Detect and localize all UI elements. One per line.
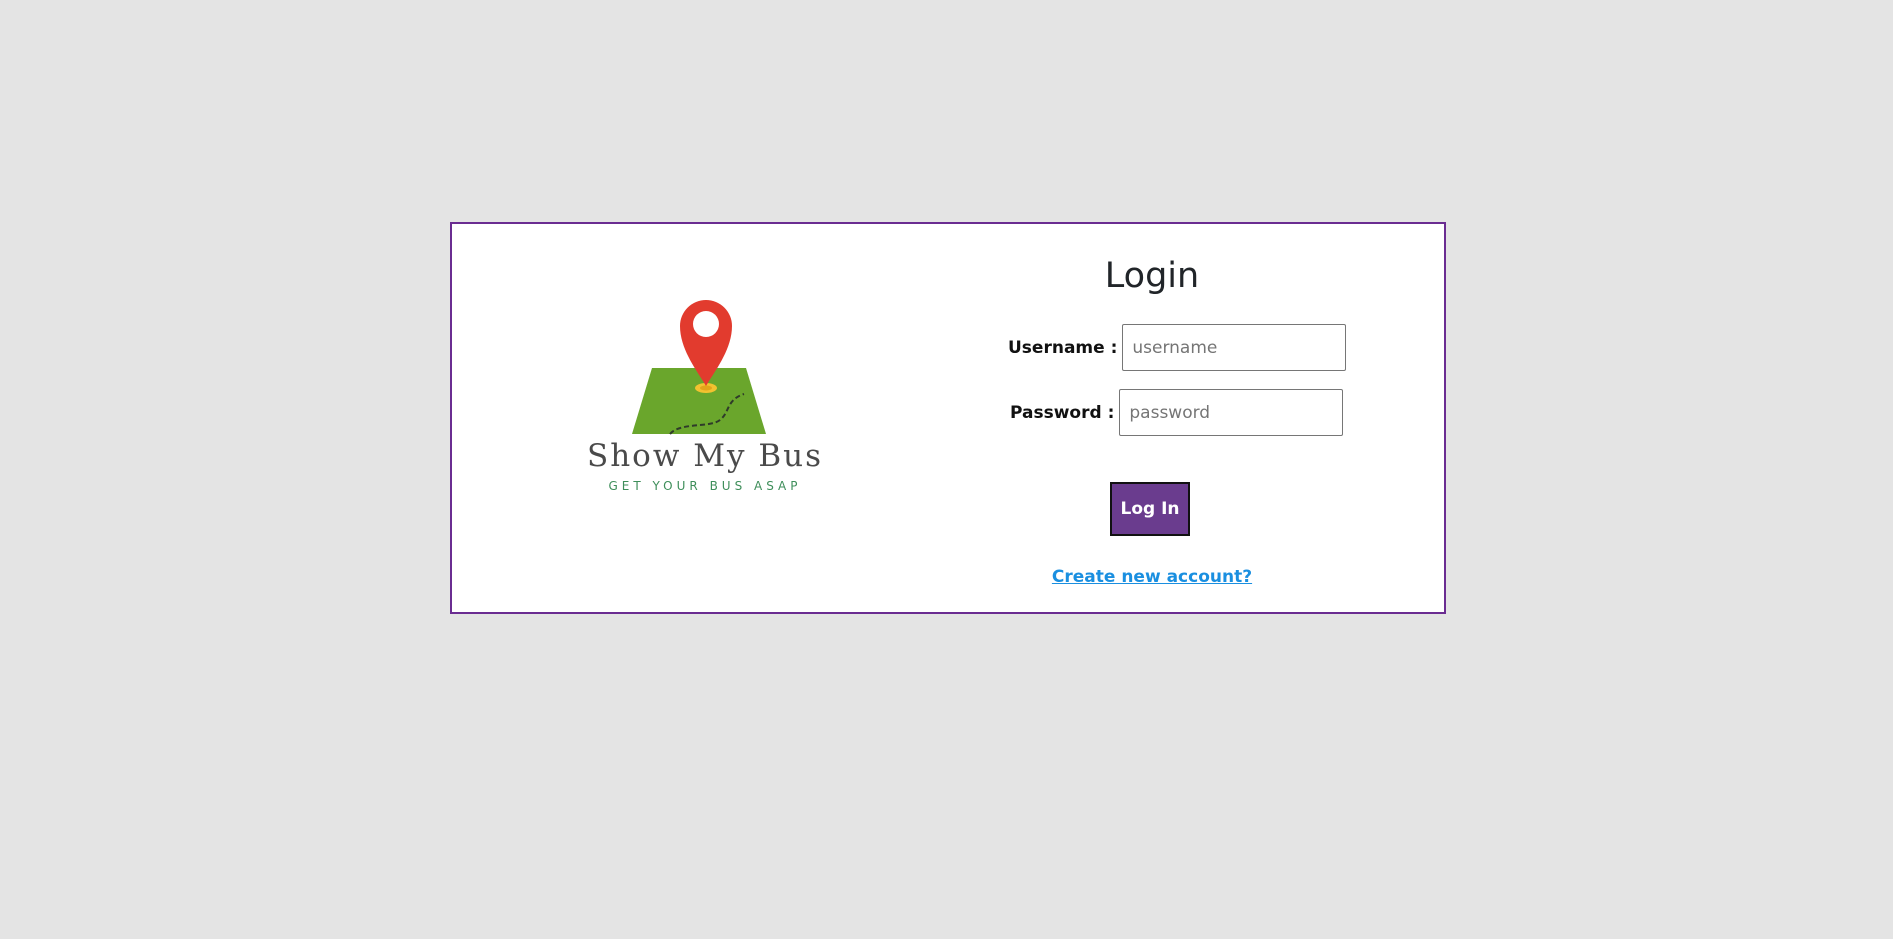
create-account-link[interactable]: Create new account?: [972, 566, 1332, 588]
username-label: Username :: [1008, 337, 1118, 358]
login-button[interactable]: Log In: [1110, 482, 1190, 536]
brand-tagline: GET YOUR BUS ASAP: [608, 479, 802, 493]
password-row: Password :: [1010, 389, 1344, 436]
username-input[interactable]: [1122, 324, 1347, 371]
brand-name: Show My Bus: [586, 438, 824, 474]
password-input[interactable]: [1119, 389, 1344, 436]
page-title: Login: [1104, 256, 1200, 296]
username-row: Username :: [1008, 324, 1347, 371]
password-label: Password :: [1010, 402, 1115, 423]
login-form: Login Username : Password : Log In Creat…: [972, 224, 1347, 612]
brand-logo: Show My Bus GET YOUR BUS ASAP: [580, 298, 830, 498]
login-card: Show My Bus GET YOUR BUS ASAP Login User…: [450, 222, 1446, 614]
